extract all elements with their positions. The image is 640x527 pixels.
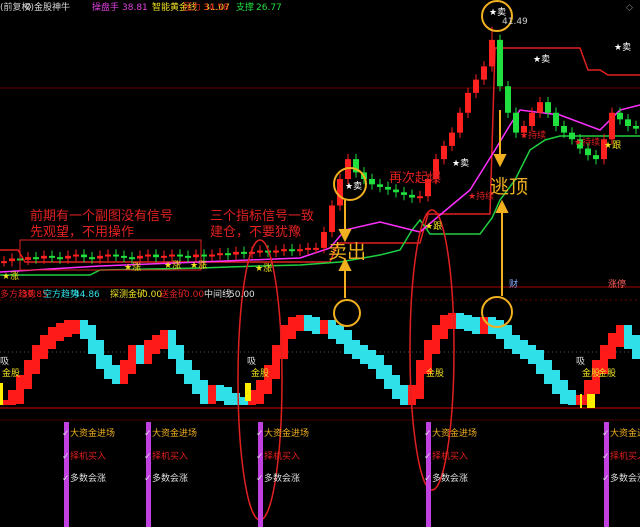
diamond-icon[interactable]: ◇ (626, 3, 633, 13)
marker-sell: ★卖 (614, 42, 631, 53)
signal-label-s1: 大资金进场 (264, 427, 309, 439)
text-layer: (前复权) ⚙ 金股神牛 操盘手 38.81 智能黄金线 31.07 压力 压力… (0, 1, 640, 484)
gear-icon[interactable]: ⚙ (24, 3, 32, 13)
note2-line1: 三个指标信号一致 (210, 209, 314, 224)
sell-label: 卖出 (328, 241, 366, 263)
marker-hold: ★持续 (520, 129, 546, 141)
note1-line2: 先观望，不用操作 (30, 224, 134, 240)
check-icon: ✓ (62, 429, 70, 439)
check-icon: ✓ (144, 429, 152, 439)
signal-label-s3: 多数会涨 (70, 472, 106, 484)
marker-sell: ★卖 (345, 181, 362, 192)
marker-follow: ★跟 (604, 140, 621, 151)
marker-rise: ★涨 (255, 263, 272, 274)
ind4-label: 支撑 (236, 1, 254, 13)
marker-rise: ★涨 (2, 271, 19, 282)
ind3-label: 压力 (183, 1, 201, 13)
marker-cai: 财 (509, 278, 518, 290)
check-icon: ✓ (62, 452, 70, 462)
marker-jingu: 金股 (2, 367, 20, 379)
stock-name: 金股神牛 (34, 1, 70, 13)
escape-label: 逃顶 (490, 176, 528, 198)
note1-line1: 前期有一个副图没有信号 (30, 208, 173, 224)
ind1-label: 操盘手 (92, 1, 119, 13)
marker-hold: ★持续 (468, 190, 494, 202)
marker-jingu: 金股 (251, 367, 269, 379)
check-icon: ✓ (602, 452, 610, 462)
marker-follow: ★跟 (425, 221, 442, 232)
sub-b-value: 44.86 (74, 290, 100, 300)
again-label: 再次起爆 (389, 170, 441, 186)
signal-label-s1: 大资金进场 (610, 427, 640, 439)
signal-label-s2: 择机买入 (610, 450, 640, 462)
ind4-value: 26.77 (256, 3, 282, 13)
signal-label-s2: 择机买入 (152, 450, 188, 462)
check-icon: ✓ (602, 429, 610, 439)
signal-label-s3: 多数会涨 (432, 472, 468, 484)
check-icon: ✓ (256, 429, 264, 439)
signal-label-s2: 择机买入 (264, 450, 300, 462)
ind3-value: 34.58 (203, 3, 229, 13)
check-icon: ✓ (144, 452, 152, 462)
peak-price: 41.49 (502, 17, 528, 27)
sub-e-value: 50.00 (229, 290, 255, 300)
check-icon: ✓ (256, 474, 264, 484)
ind1-value: 38.81 (122, 3, 148, 13)
sub-d-label: 送金矿 (160, 288, 187, 300)
signal-label-s3: 多数会涨 (152, 472, 188, 484)
marker-jingu: 金股 (426, 367, 444, 379)
note2-line2: 建仓，不要犹豫 (210, 225, 301, 240)
marker-rise: ★涨 (190, 260, 207, 271)
check-icon: ✓ (424, 452, 432, 462)
marker-xi: 吸 (576, 356, 585, 367)
marker-xi: 吸 (0, 356, 9, 367)
check-icon: ✓ (424, 429, 432, 439)
signal-label-s1: 大资金进场 (432, 427, 477, 439)
marker-jingu: 金股 (598, 367, 616, 379)
check-icon: ✓ (144, 474, 152, 484)
sub-c-label: 探测金矿 (110, 288, 146, 300)
marker-rise: ★涨 (124, 262, 141, 273)
check-icon: ✓ (602, 474, 610, 484)
marker-sell: ★卖 (489, 7, 506, 18)
signal-label-s1: 大资金进场 (70, 427, 115, 439)
sub-d-value: 0.00 (184, 290, 204, 300)
marker-rise: ★涨 (164, 260, 181, 271)
check-icon: ✓ (62, 474, 70, 484)
signal-label-s3: 多数会涨 (610, 472, 640, 484)
signal-label-s2: 择机买入 (70, 450, 106, 462)
marker-sell: ★卖 (452, 158, 469, 169)
sub-e-label: 中间线 (204, 288, 231, 300)
check-icon: ✓ (256, 452, 264, 462)
marker-zt: 涨停 (608, 278, 626, 290)
signal-label-s3: 多数会涨 (264, 472, 300, 484)
signal-label-s2: 择机买入 (432, 450, 468, 462)
marker-hold: ★持续 (574, 136, 600, 148)
marker-sell: ★卖 (533, 54, 550, 65)
signal-label-s1: 大资金进场 (152, 427, 197, 439)
marker-xi: 吸 (247, 356, 256, 367)
check-icon: ✓ (424, 474, 432, 484)
